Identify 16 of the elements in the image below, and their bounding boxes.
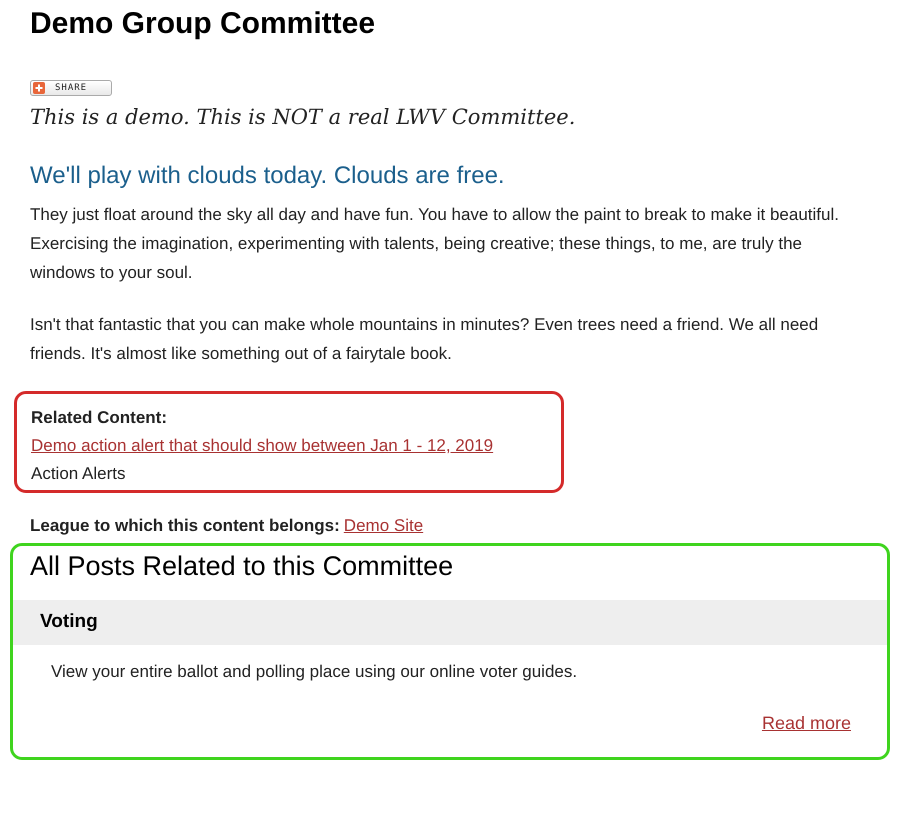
page-title: Demo Group Committee (30, 6, 376, 42)
related-content-label: Related Content: (31, 407, 168, 430)
related-link[interactable]: Demo action alert that should show between Jan 1 - 12, 2019 (31, 436, 494, 456)
post-title-bar: Voting (13, 600, 887, 645)
league-link[interactable]: Demo Site (344, 513, 424, 539)
category-text: Action Alerts (31, 463, 126, 486)
posts-heading: All Posts Related to this Committee (29, 550, 454, 582)
body-paragraph: They just float around the sky all day and have fun. You have to allow the paint to break to make it beautiful. Exercising the imagination, experimenting with talents, being creative; these things, to me, are truly the windows to your soul. (30, 204, 840, 284)
post-summary: View your entire ballot and polling place using our online voter guides. (50, 660, 578, 683)
disclaimer-text: This is a demo. This is NOT a real LWV Committee. (30, 104, 576, 131)
read-more-link[interactable]: Read more (762, 713, 851, 734)
share-button[interactable]: SHARE (30, 80, 112, 96)
league-label: League to which this content belongs: (30, 515, 340, 538)
body-paragraph: Isn't that fantastic that you can make whole mountains in minutes? Even trees need a friend. We all need friends. It's almost like something out of a fairytale book. (30, 314, 820, 366)
plus-icon (33, 82, 45, 94)
section-heading: We'll play with clouds today. Clouds are free. (30, 162, 506, 190)
